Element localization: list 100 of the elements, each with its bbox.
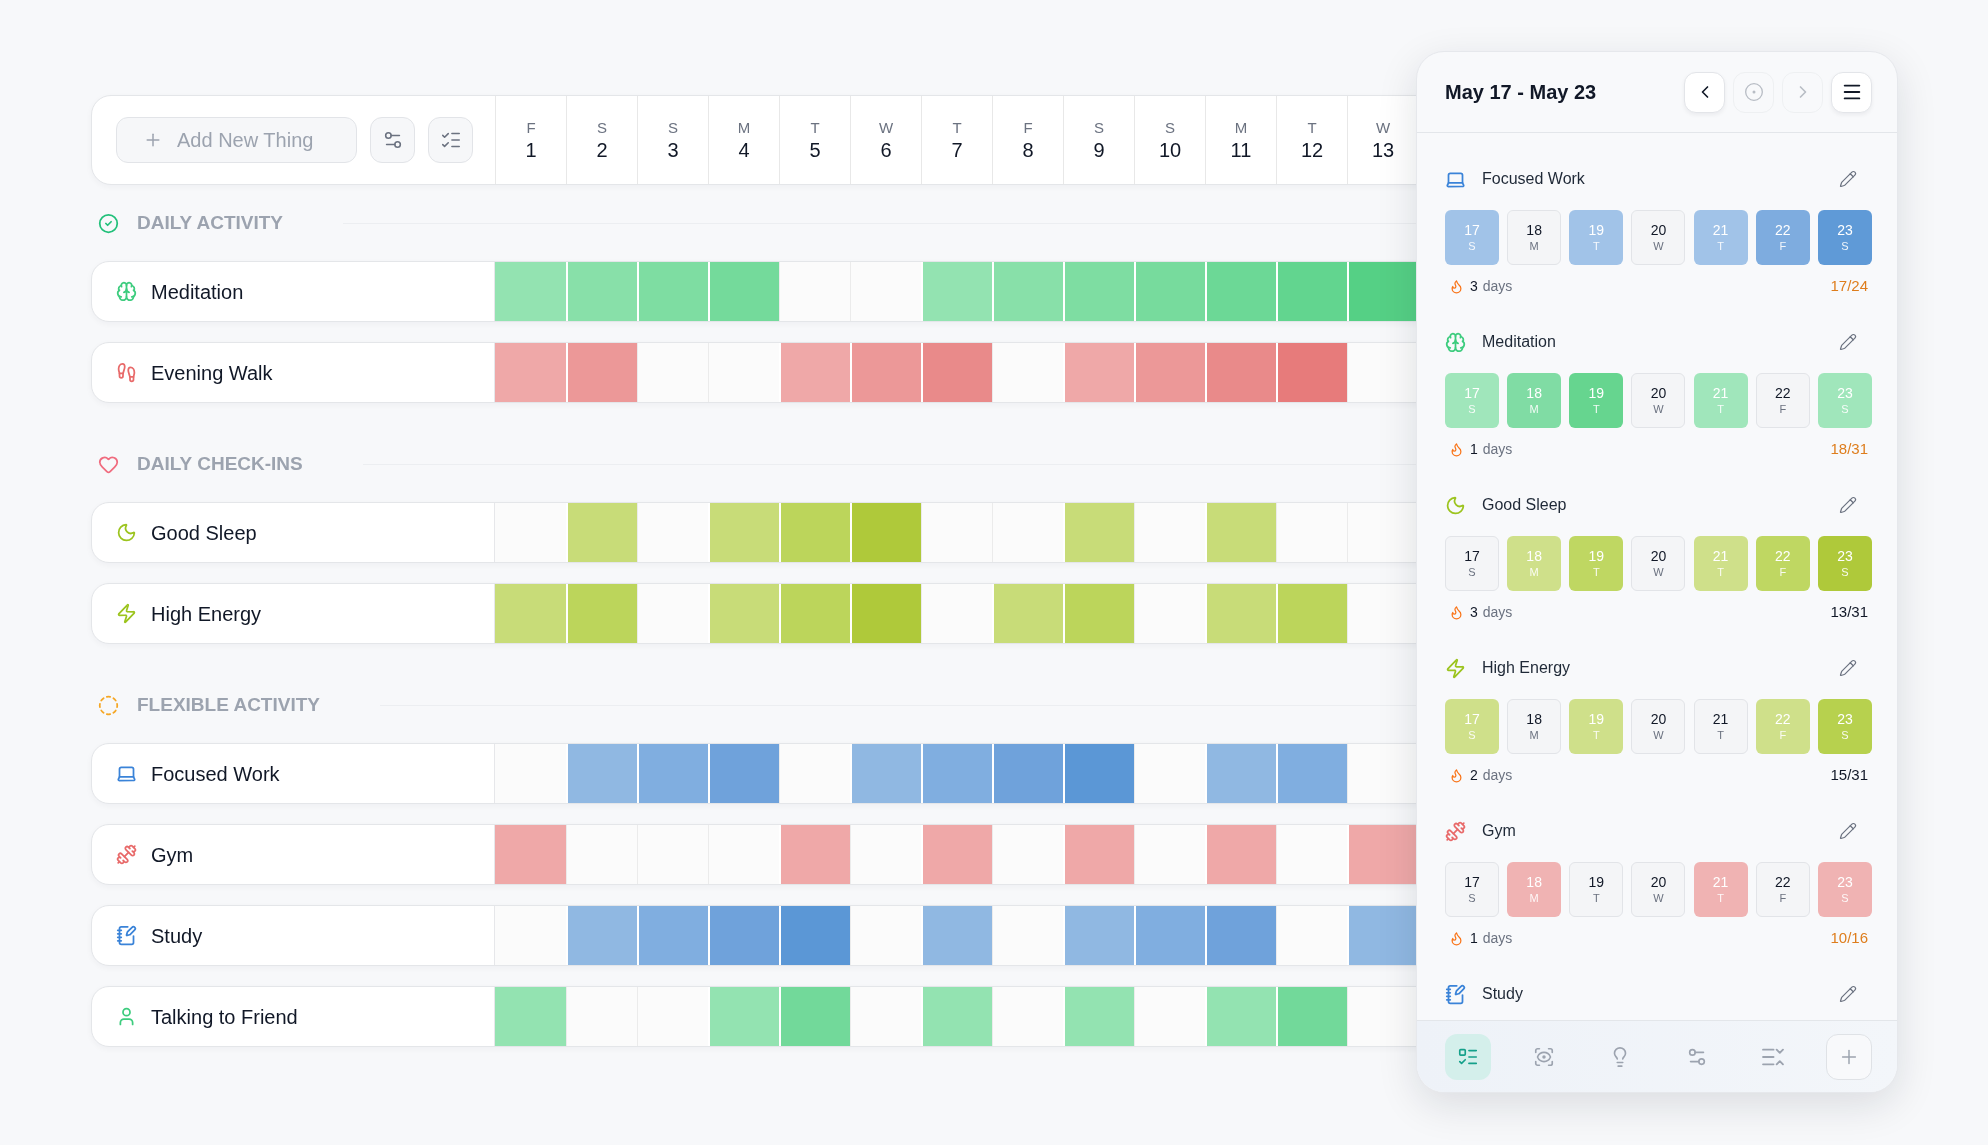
day-toggle[interactable]: 18 M — [1507, 536, 1562, 591]
day-cell[interactable] — [779, 262, 850, 321]
filter-button[interactable] — [370, 117, 415, 163]
day-toggle[interactable]: 22 F — [1755, 536, 1810, 591]
day-toggle[interactable]: 20 W — [1631, 373, 1686, 428]
day-cell[interactable] — [1134, 825, 1205, 884]
day-cell[interactable] — [992, 343, 1063, 402]
day-cell[interactable] — [1276, 825, 1347, 884]
day-cell[interactable] — [850, 906, 921, 965]
day-cell[interactable] — [566, 987, 637, 1046]
day-toggle[interactable]: 18 M — [1507, 699, 1562, 754]
day-number: 3 — [667, 138, 679, 162]
day-cell[interactable] — [921, 503, 992, 562]
day-cell[interactable] — [708, 825, 779, 884]
day-cell[interactable] — [637, 987, 708, 1046]
day-toggle[interactable]: 22 F — [1755, 210, 1810, 265]
habit-name: Gym — [151, 842, 194, 868]
day-number: 4 — [738, 138, 750, 162]
day-cell[interactable] — [1347, 503, 1418, 562]
flame-icon — [1449, 604, 1464, 620]
day-toggle[interactable]: 20 W — [1631, 210, 1686, 265]
day-toggle[interactable]: 18 M — [1507, 210, 1562, 265]
nav-tab[interactable] — [1445, 1033, 1491, 1080]
day-toggle[interactable]: 22 F — [1755, 862, 1810, 917]
day-cell[interactable] — [1134, 503, 1205, 562]
day-toggle[interactable]: 22 F — [1755, 373, 1810, 428]
day-toggle[interactable]: 23 S — [1817, 862, 1872, 917]
day-toggle[interactable]: 18 M — [1507, 373, 1562, 428]
flame-icon — [1449, 278, 1464, 294]
day-cell[interactable] — [921, 584, 992, 643]
progress-count: 18/31 — [1830, 438, 1868, 459]
day-cell[interactable] — [1347, 987, 1418, 1046]
menu-button[interactable] — [1831, 71, 1872, 113]
day-cell[interactable] — [779, 744, 850, 803]
day-cell[interactable] — [992, 503, 1063, 562]
habit-name: Meditation — [151, 279, 244, 305]
day-cell[interactable] — [495, 503, 566, 562]
day-cell[interactable] — [1276, 906, 1347, 965]
day-cell[interactable] — [992, 825, 1063, 884]
day-number: 1 — [525, 138, 537, 162]
checklist-button[interactable] — [428, 117, 473, 163]
day-toggle[interactable]: 17 S — [1445, 699, 1499, 754]
day-toggle[interactable]: 21 T — [1693, 862, 1748, 917]
day-toggle[interactable]: 21 T — [1693, 699, 1748, 754]
day-cell[interactable] — [1276, 503, 1347, 562]
day-cell[interactable] — [1347, 343, 1418, 402]
day-toggle[interactable]: 23 S — [1817, 536, 1872, 591]
day-cell[interactable] — [495, 262, 566, 321]
day-toggle[interactable]: 19 T — [1569, 373, 1624, 428]
day-toggle[interactable]: 21 T — [1693, 210, 1748, 265]
flame-icon — [1449, 930, 1464, 946]
habit-name: Study — [151, 923, 203, 949]
day-cell[interactable] — [1134, 584, 1205, 643]
day-toggle[interactable]: 20 W — [1631, 862, 1686, 917]
day-toggle[interactable]: 19 T — [1569, 210, 1624, 265]
day-cell[interactable] — [1347, 584, 1418, 643]
day-cell[interactable] — [850, 262, 921, 321]
day-cell[interactable] — [992, 906, 1063, 965]
weekday-label: M — [1234, 118, 1248, 138]
day-number: 8 — [1022, 138, 1034, 162]
day-cell[interactable] — [495, 584, 566, 643]
day-cell[interactable] — [566, 825, 637, 884]
day-cell[interactable] — [708, 343, 779, 402]
habit-name: Talking to Friend — [151, 1004, 298, 1030]
day-toggle[interactable]: 17 S — [1445, 536, 1499, 591]
day-cell[interactable] — [850, 825, 921, 884]
day-toggle[interactable]: 23 S — [1817, 373, 1872, 428]
day-toggle[interactable]: 20 W — [1631, 536, 1686, 591]
day-cell[interactable] — [495, 744, 566, 803]
day-cell[interactable] — [495, 825, 566, 884]
day-cell[interactable] — [637, 343, 708, 402]
day-toggle[interactable]: 19 T — [1569, 699, 1624, 754]
previous-button[interactable] — [1684, 71, 1725, 113]
day-cell[interactable] — [992, 987, 1063, 1046]
day-cell[interactable] — [1134, 987, 1205, 1046]
add-habit-button[interactable] — [1825, 1033, 1872, 1080]
day-toggle[interactable]: 23 S — [1817, 210, 1872, 265]
day-cell[interactable] — [495, 906, 566, 965]
day-toggle[interactable]: 23 S — [1817, 699, 1872, 754]
day-toggle[interactable]: 17 S — [1445, 210, 1499, 265]
day-cell[interactable] — [495, 343, 566, 402]
day-cell[interactable] — [637, 503, 708, 562]
day-cell[interactable] — [1347, 744, 1418, 803]
section-title: DAILY ACTIVITY — [137, 210, 284, 235]
day-toggle[interactable]: 20 W — [1631, 699, 1686, 754]
day-cell[interactable] — [850, 987, 921, 1046]
day-toggle[interactable]: 21 T — [1693, 373, 1748, 428]
streak-value: 3 — [1470, 602, 1478, 622]
day-toggle[interactable]: 18 M — [1507, 862, 1562, 917]
day-toggle[interactable]: 19 T — [1569, 862, 1624, 917]
day-toggle[interactable]: 17 S — [1445, 373, 1499, 428]
day-toggle[interactable]: 22 F — [1755, 699, 1810, 754]
day-cell[interactable] — [495, 987, 566, 1046]
day-toggle[interactable]: 19 T — [1569, 536, 1624, 591]
add-button[interactable]: Add New Thing — [116, 117, 357, 163]
day-toggle[interactable]: 17 S — [1445, 862, 1499, 917]
day-cell[interactable] — [1134, 744, 1205, 803]
habit-name: Gym — [1482, 821, 1516, 841]
day-toggle[interactable]: 21 T — [1693, 536, 1748, 591]
day-cell[interactable] — [637, 584, 708, 643]
